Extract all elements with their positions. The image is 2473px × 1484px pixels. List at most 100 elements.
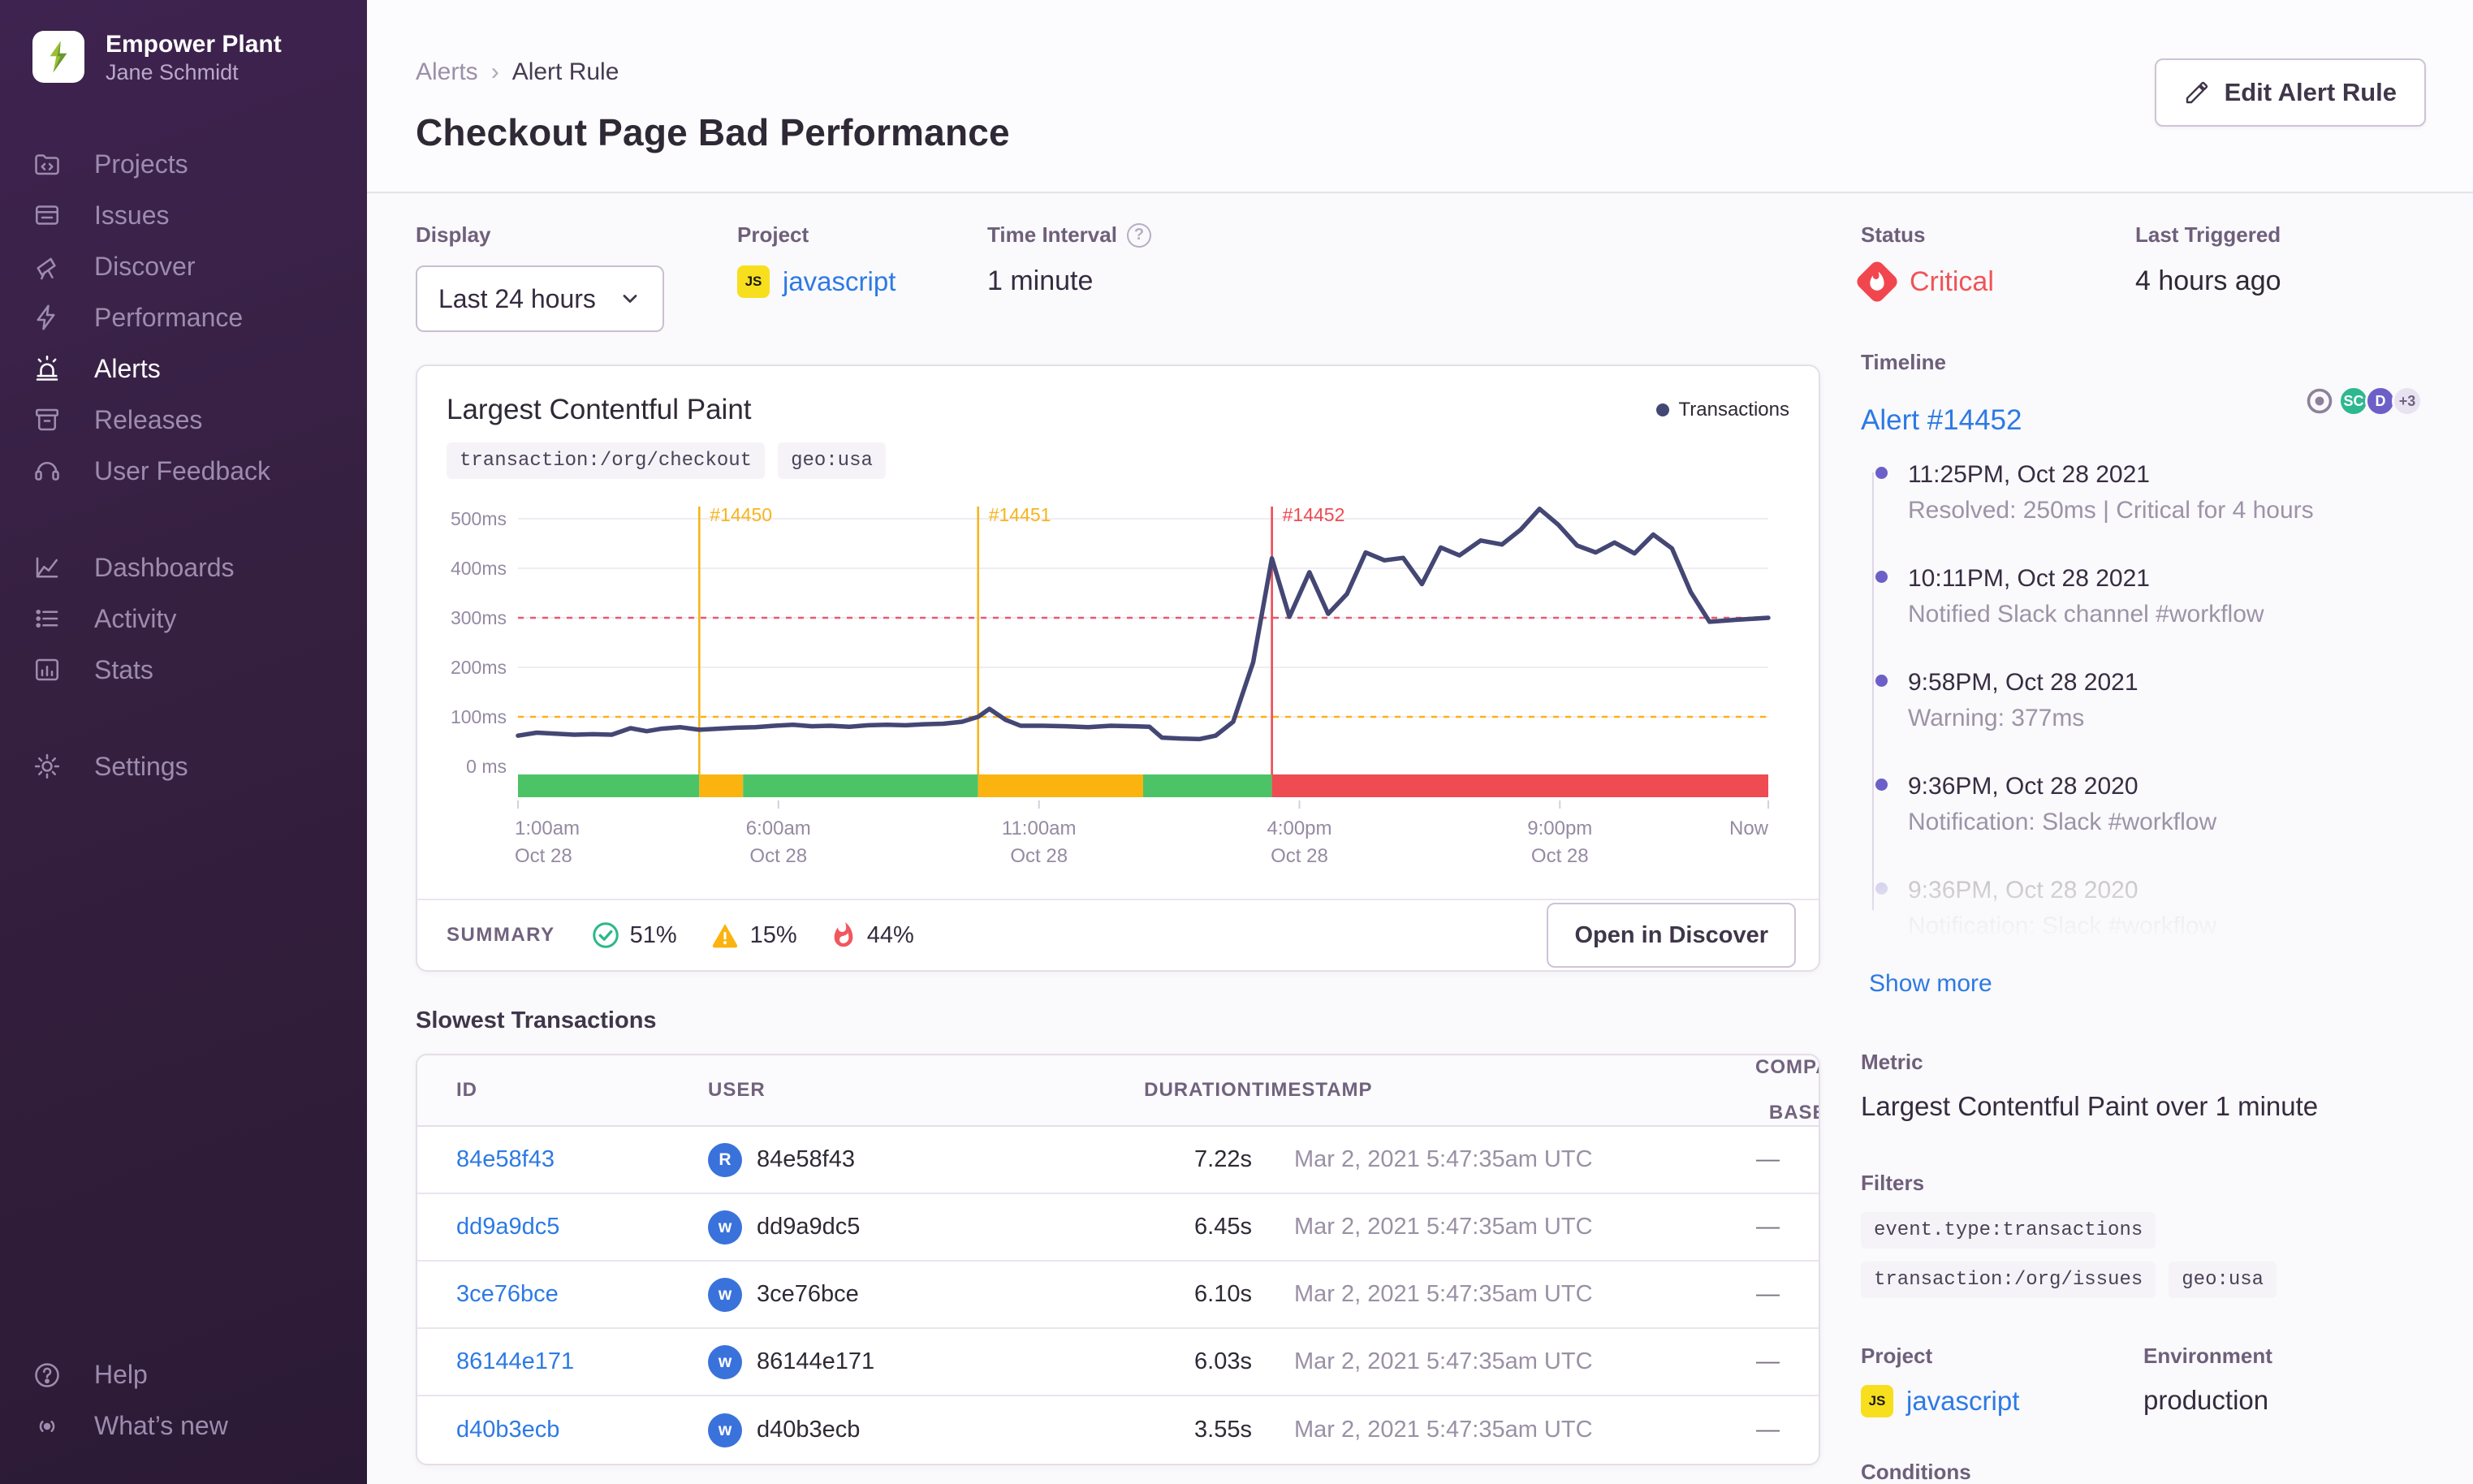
timestamp-value: Mar 2, 2021 5:47:35am UTC bbox=[1294, 1146, 1593, 1172]
sidebar-item-issues[interactable]: Issues bbox=[0, 190, 367, 241]
edit-alert-rule-button[interactable]: Edit Alert Rule bbox=[2154, 58, 2426, 127]
open-in-discover-button[interactable]: Open in Discover bbox=[1547, 903, 1796, 968]
releases-icon bbox=[35, 408, 59, 431]
alert-number-link[interactable]: Alert #14452 bbox=[1861, 404, 2022, 437]
sidebar-item-settings[interactable]: Settings bbox=[0, 741, 367, 792]
status-badge: Critical bbox=[1854, 258, 2135, 305]
sidebar-item-what-s-new[interactable]: What’s new bbox=[0, 1400, 367, 1452]
page-header: Alerts › Alert Rule Checkout Page Bad Pe… bbox=[367, 0, 2473, 193]
event-time: 9:58PM, Oct 28 2021 bbox=[1908, 669, 2139, 696]
project-link[interactable]: javascript bbox=[1906, 1386, 2019, 1417]
help-icon bbox=[35, 1362, 59, 1387]
event-time: 11:25PM, Oct 28 2021 bbox=[1908, 461, 2150, 488]
sidebar-item-activity[interactable]: Activity bbox=[0, 593, 367, 645]
watcher-icon bbox=[2307, 388, 2333, 414]
display-label: Display bbox=[416, 222, 491, 247]
sidebar-item-dashboards[interactable]: Dashboards bbox=[0, 542, 367, 593]
incident-marker-label[interactable]: #14452 bbox=[1283, 504, 1345, 525]
sidebar-item-label: Projects bbox=[94, 149, 188, 179]
lcp-chart[interactable]: 0 ms 100ms 200ms 300ms 400ms 500ms #14450 #1445… bbox=[417, 479, 1819, 891]
column-header-baseline: COMPARED TO BASELINE bbox=[1755, 1056, 1819, 1124]
table-row: 84e58f43 R 84e58f43 7.22s Mar 2, 2021 5:47:3… bbox=[417, 1127, 1819, 1194]
time-interval-value: 1 minute bbox=[987, 265, 1094, 296]
org-logo bbox=[32, 31, 84, 84]
x-axis-tick-label: Now bbox=[1729, 817, 1769, 839]
duration-value: 7.22s bbox=[1194, 1146, 1252, 1172]
event-time: 9:36PM, Oct 28 2020 bbox=[1908, 877, 2139, 904]
sidebar-item-label: Stats bbox=[94, 654, 153, 684]
timeline-event: 9:36PM, Oct 28 2020 Notification: Slack #… bbox=[1869, 773, 2426, 836]
environment-value: production bbox=[2143, 1385, 2269, 1415]
participant-avatars[interactable]: SC D +3 bbox=[2305, 386, 2423, 416]
project-label: Project bbox=[1861, 1344, 1933, 1368]
help-circle-icon[interactable]: ? bbox=[1126, 222, 1151, 248]
sidebar-item-label: Performance bbox=[94, 302, 244, 332]
critical-diamond-icon bbox=[1854, 258, 1901, 305]
user-avatar: w bbox=[708, 1413, 742, 1447]
breadcrumb-alerts[interactable]: Alerts bbox=[416, 58, 478, 86]
user-avatar: R bbox=[708, 1142, 742, 1177]
incident-marker-label[interactable]: #14450 bbox=[710, 504, 772, 525]
baseline-value: — bbox=[1756, 1214, 1780, 1240]
column-header-duration: DURATION bbox=[1144, 1079, 1252, 1101]
transaction-id-link[interactable]: 84e58f43 bbox=[456, 1146, 555, 1172]
y-axis-tick-label: 0 ms bbox=[466, 756, 507, 777]
x-axis-tick-label: 4:00pm bbox=[1267, 817, 1331, 839]
event-description: Notified Slack channel #workflow bbox=[1908, 601, 2264, 628]
summary-critical: 44% bbox=[830, 921, 914, 949]
metric-label: Metric bbox=[1861, 1050, 1923, 1074]
timeline-event: 10:11PM, Oct 28 2021 Notified Slack chann… bbox=[1869, 565, 2426, 628]
transaction-id-link[interactable]: 3ce76bce bbox=[456, 1281, 559, 1307]
transaction-id-link[interactable]: 86144e171 bbox=[456, 1348, 574, 1374]
sidebar-item-alerts[interactable]: Alerts bbox=[0, 343, 367, 395]
filters-label: Filters bbox=[1861, 1171, 1925, 1195]
sidebar-item-projects[interactable]: Projects bbox=[0, 139, 367, 190]
transaction-id-link[interactable]: dd9a9dc5 bbox=[456, 1214, 559, 1240]
show-more-link[interactable]: Show more bbox=[1869, 970, 1992, 998]
column-header-timestamp: TIMESTAMP bbox=[1252, 1079, 1373, 1101]
sidebar-item-releases[interactable]: Releases bbox=[0, 395, 367, 446]
chart-card: Largest Contentful Paint Transactions tr… bbox=[416, 365, 1820, 972]
baseline-value: — bbox=[1756, 1281, 1780, 1307]
timeline-dot-icon bbox=[1875, 571, 1888, 583]
summary-ok: 51% bbox=[591, 921, 677, 950]
transaction-id-link[interactable]: d40b3ecb bbox=[456, 1417, 559, 1443]
breadcrumb: Alerts › Alert Rule bbox=[416, 58, 2426, 86]
javascript-platform-icon: JS bbox=[737, 265, 770, 298]
check-circle-icon bbox=[592, 922, 619, 948]
table-row: 86144e171 w 86144e171 6.03s Mar 2, 2021 5:47… bbox=[417, 1329, 1819, 1396]
project-link[interactable]: javascript bbox=[783, 266, 896, 297]
settings-icon bbox=[34, 753, 60, 779]
avatar[interactable]: +3 bbox=[2392, 386, 2423, 416]
event-description: Notification: Slack #workflow bbox=[1908, 912, 2217, 939]
page-title: Checkout Page Bad Performance bbox=[416, 111, 1010, 153]
duration-value: 6.10s bbox=[1194, 1281, 1252, 1307]
sidebar-item-performance[interactable]: Performance bbox=[0, 292, 367, 343]
table-row: dd9a9dc5 w dd9a9dc5 6.45s Mar 2, 2021 5:47:3… bbox=[417, 1194, 1819, 1262]
baseline-value: — bbox=[1756, 1417, 1780, 1443]
chart-legend[interactable]: Transactions bbox=[1655, 399, 1789, 421]
display-select[interactable]: Last 24 hours bbox=[416, 265, 664, 332]
table-row: 3ce76bce w 3ce76bce 6.10s Mar 2, 2021 5:47:3… bbox=[417, 1262, 1819, 1329]
duration-value: 6.45s bbox=[1194, 1214, 1252, 1240]
org-switcher[interactable]: Empower Plant Jane Schmidt bbox=[0, 29, 367, 85]
project-label: Project bbox=[737, 222, 809, 247]
transactions-series-line bbox=[516, 507, 1771, 742]
sidebar-item-label: Activity bbox=[94, 603, 177, 633]
sidebar-item-label: Releases bbox=[94, 404, 203, 434]
status-label: Status bbox=[1861, 222, 1926, 247]
sidebar-item-user-feedback[interactable]: User Feedback bbox=[0, 446, 367, 497]
status-segment-warning bbox=[978, 774, 1143, 797]
transactions-table: ID USER DURATIONTIMESTAMP COMPARED TO BASEL… bbox=[416, 1054, 1820, 1465]
slowest-transactions-heading: Slowest Transactions bbox=[416, 1007, 657, 1033]
sidebar-item-discover[interactable]: Discover bbox=[0, 241, 367, 292]
org-name: Empower Plant bbox=[106, 31, 282, 58]
lcp-chart-svg[interactable]: 0 ms 100ms 200ms 300ms 400ms 500ms #14450 #1445… bbox=[434, 498, 1780, 880]
filter-tag: event.type:transactions bbox=[1861, 1212, 2156, 1249]
status-segment-warning bbox=[699, 774, 744, 797]
sidebar-item-help[interactable]: Help bbox=[0, 1349, 367, 1400]
incident-marker-label[interactable]: #14451 bbox=[989, 504, 1051, 525]
status-value: Critical bbox=[1910, 265, 1994, 297]
x-axis-tick-label: 1:00am bbox=[515, 817, 580, 839]
sidebar-item-stats[interactable]: Stats bbox=[0, 645, 367, 696]
